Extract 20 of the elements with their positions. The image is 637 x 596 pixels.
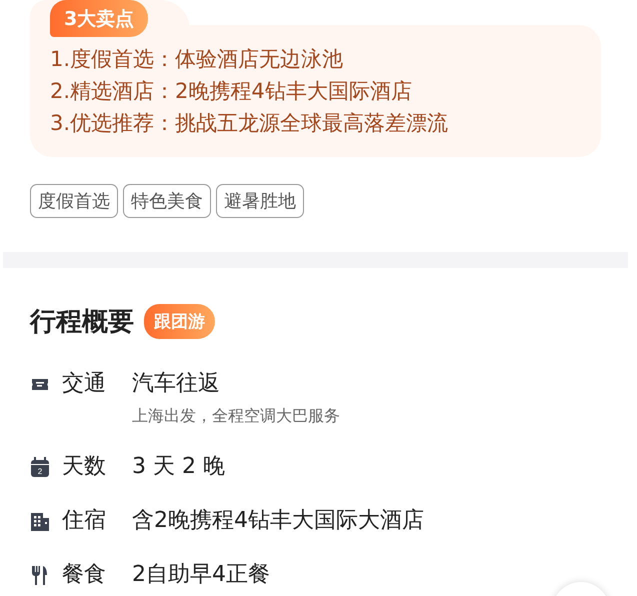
highlight-text: 1.度假首选：体验酒店无边泳池 [50,46,344,73]
highlight-text: 2.精选酒店：2晚携程4钻丰大国际酒店 [50,78,413,105]
tag: 度假首选 [30,184,118,218]
tour-type-badge: 跟团游 [144,304,215,339]
item-note: 上海出发，全程空调大巴服务 [132,406,340,427]
item-label: 住宿 [62,507,107,535]
item-value: 汽车往返 [132,370,221,398]
tag: 避暑胜地 [216,184,304,218]
fork-knife-icon [30,564,50,586]
item-value: 2自助早4正餐 [132,561,270,589]
item-label: 餐食 [62,561,107,589]
item-label: 天数 [62,453,107,481]
building-icon [30,510,50,532]
item-value: 3 天 2 晚 [132,453,225,481]
item-value: 含2晚携程4钻丰大国际大酒店 [132,507,424,535]
tag: 特色美食 [123,184,211,218]
highlight-text: 3.优选推荐：挑战五龙源全球最高落差漂流 [50,110,450,137]
highlights-badge: 3大卖点 [50,0,148,37]
section-title: 行程概要 [30,306,134,339]
item-label: 交通 [62,370,107,398]
